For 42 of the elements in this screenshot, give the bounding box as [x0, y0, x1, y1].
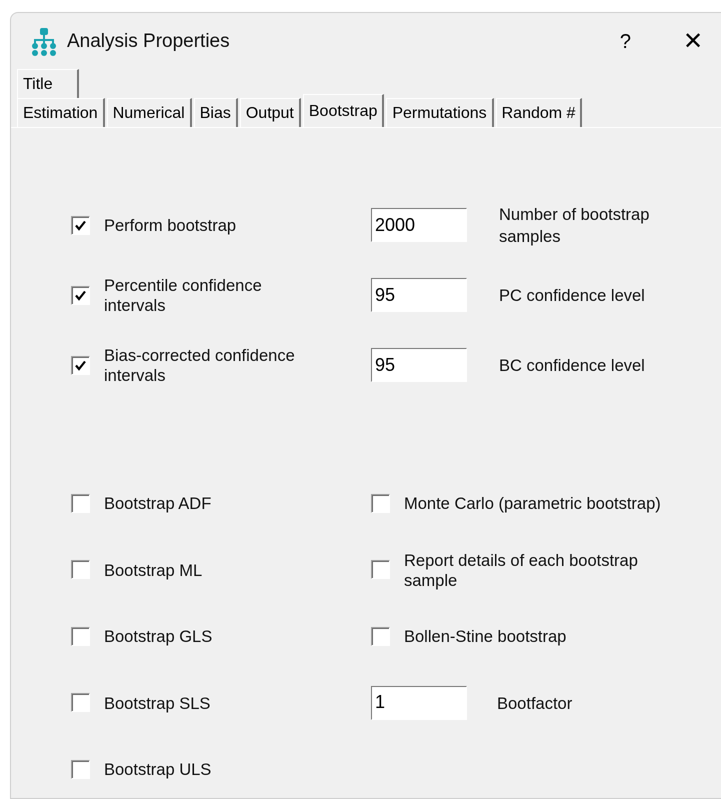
checkbox-label: Bootstrap ADF [104, 493, 212, 514]
input-field[interactable]: 95 [371, 348, 467, 382]
input-field[interactable]: 95 [371, 278, 467, 312]
checkbox-label: Bootstrap SLS [104, 692, 210, 713]
checkbox-label: Bollen-Stine bootstrap [404, 626, 566, 646]
close-button[interactable]: ✕ [675, 29, 711, 53]
tab[interactable]: Numerical [106, 98, 192, 127]
checkbox[interactable] [71, 626, 90, 646]
field-label: PC confidence level [499, 285, 646, 306]
input-field[interactable]: 1 [371, 686, 467, 720]
field-label: Number of bootstrap samples [499, 204, 650, 247]
checkbox[interactable] [71, 693, 90, 712]
tab[interactable]: Bootstrap [302, 94, 384, 127]
checkbox-label: Bootstrap GLS [104, 626, 212, 646]
checkbox-label: Bootstrap ULS [104, 759, 212, 780]
field-label: BC confidence level [499, 355, 646, 376]
checkbox-label: Report details of each bootstrap sample [404, 550, 639, 590]
help-button[interactable]: ? [606, 26, 645, 56]
checkbox[interactable] [371, 494, 390, 513]
checkbox-label: Percentile confidence intervals [104, 275, 263, 315]
checkbox-label: Perform bootstrap [104, 215, 236, 235]
checkbox[interactable] [371, 560, 390, 580]
input-field[interactable]: 2000 [371, 208, 467, 242]
window-title: Analysis Properties [67, 28, 230, 53]
checkbox[interactable] [371, 626, 390, 646]
tab[interactable]: Permutations [386, 98, 494, 127]
checkbox[interactable] [71, 286, 90, 304]
field-label: Bootfactor [497, 692, 572, 714]
checkbox[interactable] [71, 356, 90, 374]
checkbox-label: Monte Carlo (parametric bootstrap) [404, 493, 661, 514]
checkbox[interactable] [71, 216, 90, 234]
tab[interactable]: Title [17, 69, 79, 98]
checkbox[interactable] [71, 760, 90, 779]
tab[interactable]: Estimation [17, 98, 105, 127]
checkbox[interactable] [71, 560, 90, 580]
checkbox-label: Bias-corrected confidence intervals [104, 345, 296, 385]
tab[interactable]: Bias [194, 98, 238, 127]
checkbox[interactable] [71, 494, 90, 513]
app-icon [29, 26, 59, 56]
tab[interactable]: Output [240, 98, 301, 127]
tab[interactable]: Random # [496, 98, 582, 127]
checkbox-label: Bootstrap ML [104, 560, 202, 580]
